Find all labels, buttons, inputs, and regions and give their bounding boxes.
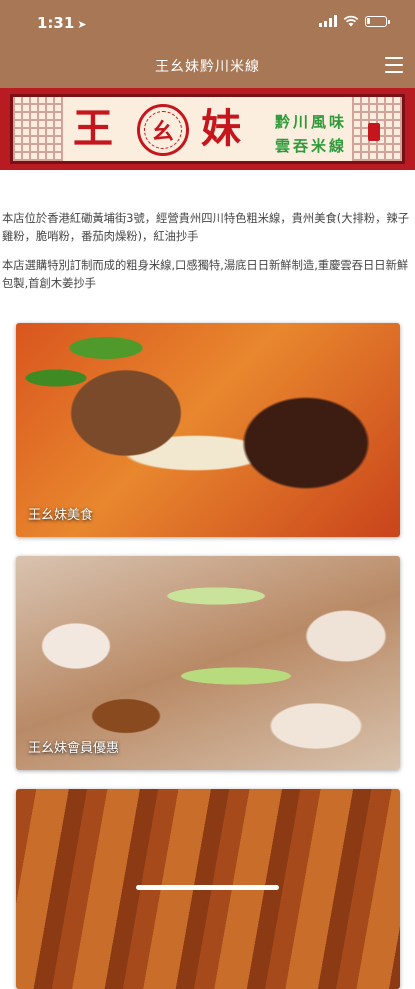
cellular-signal-icon xyxy=(319,15,337,27)
status-time-text: 1:31 xyxy=(37,14,75,32)
card-member-offers-label: 王幺妹會員優惠 xyxy=(28,741,120,756)
intro-paragraph-1: 本店位於香港紅磡黃埔街3號，經營貴州四川特色粗米線，貴州美食(大排粉，辣子雞粉，… xyxy=(2,212,409,243)
brand-banner: 王 幺 妹 黔川風味 雲吞米線 xyxy=(0,88,415,170)
wifi-icon xyxy=(343,15,359,27)
battery-icon xyxy=(365,15,390,27)
status-bar: 1:31 ➤ xyxy=(0,0,415,44)
brand-banner-panel: 王 幺 妹 黔川風味 雲吞米線 xyxy=(10,94,405,164)
brand-char-2: 幺 xyxy=(151,119,174,145)
slogan-line-1: 黔川風味 xyxy=(275,113,348,131)
brand-char-1: 王 xyxy=(73,105,113,152)
nav-bar: 王幺妹黔川米線 xyxy=(0,44,415,88)
card-member-offers[interactable]: 王幺妹會員優惠 xyxy=(16,556,400,770)
intro-paragraph-2: 本店選購特別訂制而成的粗身米線,口感獨特,湯底日日新鮮制造,重慶雲吞日日新鮮包製… xyxy=(2,259,409,290)
card-food-label: 王幺妹美食 xyxy=(28,508,94,523)
home-indicator[interactable] xyxy=(136,885,279,890)
lattice-decoration-left xyxy=(13,97,63,161)
card-food[interactable]: 王幺妹美食 xyxy=(16,323,400,537)
brand-char-3: 妹 xyxy=(201,105,241,152)
location-arrow-icon: ➤ xyxy=(77,18,87,31)
page-title: 王幺妹黔川米線 xyxy=(155,59,260,75)
brand-seal-logo: 幺 xyxy=(137,104,189,156)
slogan-line-2: 雲吞米線 xyxy=(275,137,348,155)
status-time: 1:31 ➤ xyxy=(37,14,87,32)
intro-text: 本店位於香港紅磡黃埔街3號，經營貴州四川特色粗米線，貴州美食(大排粉，辣子雞粉，… xyxy=(2,210,410,304)
status-icons xyxy=(319,15,390,27)
hamburger-menu-icon[interactable] xyxy=(385,57,403,73)
red-stamp-icon xyxy=(368,123,380,141)
